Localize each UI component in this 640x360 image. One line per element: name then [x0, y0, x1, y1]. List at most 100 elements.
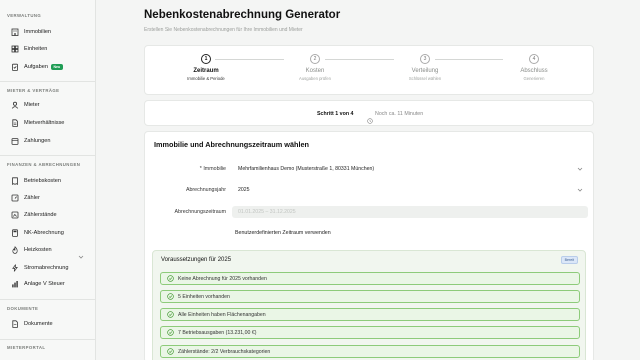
sidebar-item-aufgaben[interactable]: Aufgaben Neu [4, 60, 92, 74]
check-circle-icon [167, 311, 174, 318]
step-number: 3 [420, 54, 430, 64]
progress-card: Schritt 1 von 4 Noch ca. 11 Minuten [144, 100, 594, 126]
chevron-down-icon [577, 187, 583, 195]
chevron-down-icon [577, 166, 583, 174]
requirement-text: 5 Einheiten vorhanden [178, 293, 230, 300]
property-select[interactable]: Mehrfamilienhaus Demo (Musterstraße 1, 8… [232, 163, 588, 175]
sidebar-item-label: Immobilien [24, 29, 52, 35]
sidebar-item-dokumente[interactable]: Dokumente [4, 317, 92, 331]
counter-icon [10, 211, 19, 220]
folder-icon [10, 320, 19, 329]
sidebar-item-label: Stromabrechnung [24, 265, 69, 271]
new-badge: Neu [50, 64, 63, 70]
requirement-item: 7 Betriebsausgaben (13.231,00 €) [160, 326, 580, 339]
sidebar-item-label: Betriebskosten [24, 178, 62, 184]
building-icon [10, 28, 19, 37]
year-label: Abrechnungsjahr [185, 187, 226, 193]
sidebar-divider [0, 299, 95, 300]
property-label: * Immobilie [199, 166, 226, 172]
sidebar-item-label: Mieter [24, 102, 40, 108]
section-title-finanzen: FINANZEN & ABRECHNUNGEN [7, 162, 81, 167]
period-label: Abrechnungszeitraum [174, 209, 226, 215]
step-counter: Schritt 1 von 4 [317, 111, 354, 117]
step-name: Verteilung [411, 68, 439, 74]
step-number: 4 [529, 54, 539, 64]
clock-icon [367, 111, 373, 129]
section-title-verwaltung: VERWALTUNG [7, 13, 42, 18]
section-title-mieterportal: MIETERPORTAL [7, 345, 46, 350]
property-value: Mehrfamilienhaus Demo (Musterstraße 1, 8… [238, 166, 375, 172]
period-value: 01.01.2025 – 31.12.2025 [238, 209, 296, 215]
user-icon [10, 101, 19, 110]
bolt-icon [10, 264, 19, 273]
document-icon [10, 119, 19, 128]
time-remaining: Noch ca. 11 Minuten [375, 111, 424, 117]
receipt-icon [10, 177, 19, 186]
step-description: Generieren [523, 76, 545, 81]
gauge-icon [10, 194, 19, 203]
main-content: Nebenkostenabrechnung Generator Erstelle… [96, 0, 640, 360]
stepper-card: 1 Zeitraum Immobilie & Periode 2 Kosten … [144, 45, 594, 95]
sidebar-item-label: Anlage V Steuer [24, 281, 65, 287]
requirement-item: Alle Einheiten haben Flächenangaben [160, 308, 580, 321]
year-select[interactable]: 2025 [232, 184, 588, 196]
sidebar-divider [0, 339, 95, 340]
requirement-item: Zählerstände: 2/2 Verbrauchskategorien [160, 345, 580, 358]
ready-badge: Bereit [560, 256, 578, 264]
sidebar-item-label: Einheiten [24, 46, 48, 52]
sidebar-item-zaehler[interactable]: Zähler [4, 191, 92, 205]
sidebar-item-anlage-v[interactable]: Anlage V Steuer [4, 277, 92, 291]
flame-icon [10, 246, 19, 255]
requirement-item: 5 Einheiten vorhanden [160, 290, 580, 303]
sidebar-item-stromabrechnung[interactable]: Stromabrechnung [4, 261, 92, 275]
section-title-mieter: MIETER & VERTRÄGE [7, 88, 60, 93]
requirement-text: Alle Einheiten haben Flächenangaben [178, 311, 266, 318]
sidebar-item-mietverhaeltnisse[interactable]: Mietverhältnisse [4, 116, 92, 130]
sidebar-item-label: Heizkosten [24, 247, 52, 253]
period-form-card: Immobilie und Abrechnungszeitraum wählen… [144, 131, 594, 360]
sidebar-item-mieter[interactable]: Mieter [4, 98, 92, 112]
step-kosten[interactable]: 2 Kosten Ausgaben prüfen [275, 54, 355, 81]
requirement-item: Keine Abrechnung für 2025 vorhanden [160, 272, 580, 285]
sidebar-item-zahlungen[interactable]: Zahlungen [4, 134, 92, 148]
sidebar-item-label: Aufgaben [24, 64, 48, 70]
check-circle-icon [167, 293, 174, 300]
sidebar-item-einheiten[interactable]: Einheiten [4, 42, 92, 56]
step-name: Kosten [305, 68, 325, 74]
calculator-icon [10, 229, 19, 238]
step-number: 2 [310, 54, 320, 64]
step-description: Schlüssel wählen [408, 76, 442, 81]
step-name: Zeitraum [193, 68, 219, 74]
form-title: Immobilie und Abrechnungszeitraum wählen [154, 140, 310, 149]
sidebar-item-label: Mietverhältnisse [24, 120, 65, 126]
custom-period-link[interactable]: Benutzerdefinierten Zeitraum verwenden [235, 230, 331, 236]
sidebar-item-zaehlerstaende[interactable]: Zählerstände [4, 208, 92, 222]
sidebar-item-immobilien[interactable]: Immobilien [4, 25, 92, 39]
period-field: 01.01.2025 – 31.12.2025 [232, 206, 588, 218]
sidebar-divider [0, 81, 95, 82]
chart-icon [10, 280, 19, 289]
sidebar-item-label: NK-Abrechnung [24, 230, 64, 236]
section-title-dokumente: DOKUMENTE [7, 306, 39, 311]
step-description: Ausgaben prüfen [299, 76, 331, 81]
page-subtitle: Erstellen Sie Nebenkostenabrechnungen fü… [144, 27, 303, 33]
step-zeitraum[interactable]: 1 Zeitraum Immobilie & Periode [166, 54, 246, 81]
clipboard-icon [10, 63, 19, 72]
grid-icon [10, 45, 19, 54]
step-name: Abschluss [520, 68, 548, 74]
requirement-text: Keine Abrechnung für 2025 vorhanden [178, 275, 267, 282]
step-abschluss[interactable]: 4 Abschluss Generieren [494, 54, 574, 81]
sidebar-item-heizkosten[interactable]: Heizkosten [4, 243, 92, 259]
sidebar-item-nk-abrechnung[interactable]: NK-Abrechnung [4, 226, 92, 240]
sidebar-divider [0, 155, 95, 156]
step-number: 1 [201, 54, 211, 64]
sidebar: VERWALTUNG Immobilien Einheiten Aufgaben… [0, 0, 96, 360]
check-circle-icon [167, 329, 174, 336]
step-verteilung[interactable]: 3 Verteilung Schlüssel wählen [385, 54, 465, 81]
requirement-text: 7 Betriebsausgaben (13.231,00 €) [178, 329, 257, 336]
page-title: Nebenkostenabrechnung Generator [144, 9, 341, 21]
sidebar-item-label: Zähler [24, 195, 40, 201]
sidebar-item-betriebskosten[interactable]: Betriebskosten [4, 174, 92, 188]
check-circle-icon [167, 275, 174, 282]
calendar-icon [10, 137, 19, 146]
